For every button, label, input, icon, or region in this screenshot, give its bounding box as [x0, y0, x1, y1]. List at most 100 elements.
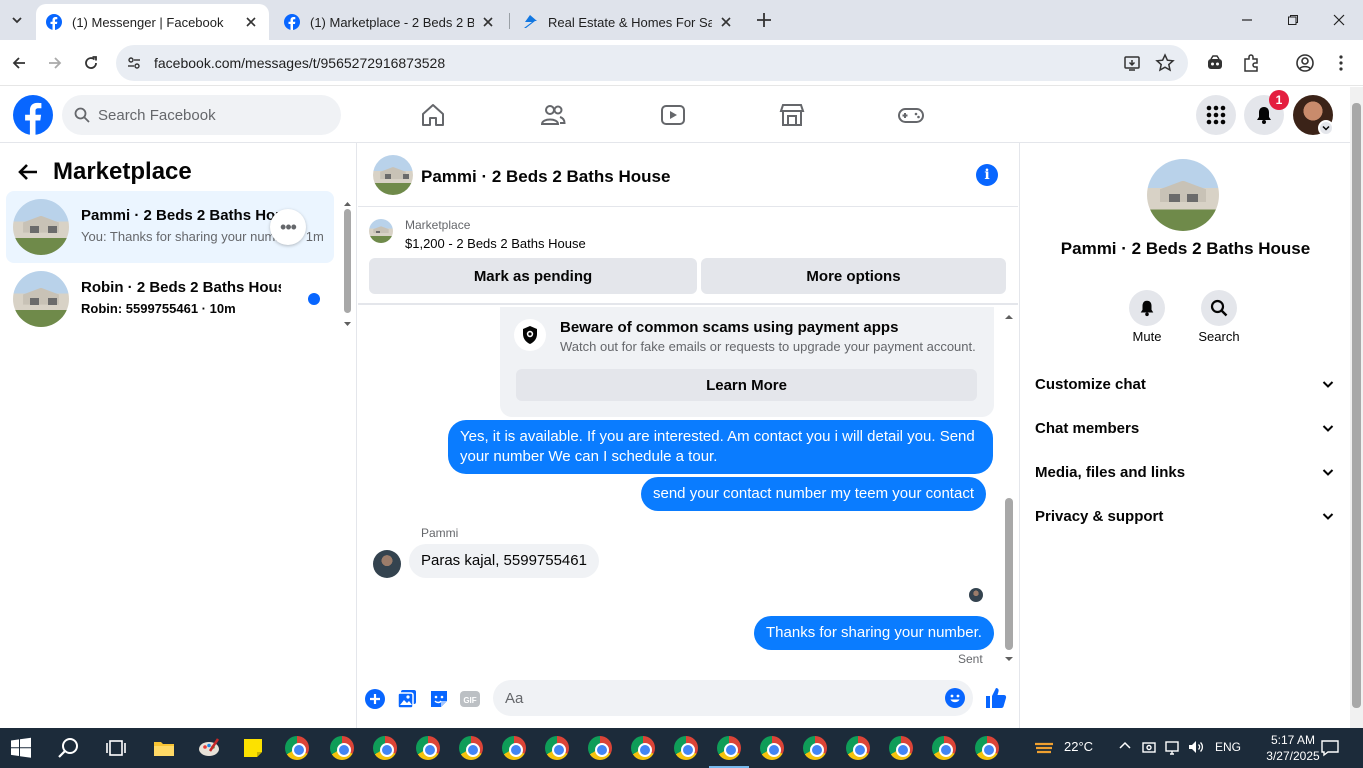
message-input[interactable]: Aa — [493, 680, 973, 716]
emoji-icon[interactable] — [945, 688, 965, 708]
chrome-icon[interactable] — [373, 736, 397, 760]
friends-icon[interactable] — [539, 101, 567, 129]
sender-avatar[interactable] — [373, 550, 401, 578]
scroll-up-icon[interactable] — [1003, 313, 1015, 321]
profile-icon[interactable] — [1295, 53, 1315, 73]
message-bubble-sent[interactable]: Thanks for sharing your number. — [754, 616, 994, 650]
network-icon[interactable] — [1164, 738, 1182, 756]
chrome-icon[interactable] — [760, 736, 784, 760]
more-options-icon[interactable]: ••• — [270, 209, 306, 245]
marketplace-icon[interactable] — [778, 101, 806, 129]
close-tab-icon[interactable] — [480, 14, 496, 30]
back-arrow-icon[interactable] — [16, 160, 40, 184]
more-options-button[interactable]: More options — [701, 258, 1006, 294]
chrome-icon[interactable] — [846, 736, 870, 760]
video-icon[interactable] — [659, 101, 687, 129]
scrollbar-thumb[interactable] — [1005, 498, 1013, 650]
section-customize-chat[interactable]: Customize chat — [1035, 372, 1335, 396]
chrome-icon[interactable] — [545, 736, 569, 760]
chrome-icon[interactable] — [502, 736, 526, 760]
conversation-item[interactable]: Pammi · 2 Beds 2 Baths House You: Thanks… — [6, 191, 334, 263]
scroll-down-icon[interactable] — [1003, 655, 1015, 663]
copilot-icon[interactable] — [1205, 53, 1225, 73]
facebook-logo-icon[interactable] — [13, 95, 53, 135]
scrollbar-thumb[interactable] — [1352, 103, 1361, 708]
gif-icon[interactable]: GIF — [459, 688, 481, 710]
notification-center-icon[interactable] — [1320, 738, 1340, 758]
browser-menu-icon[interactable] — [1331, 53, 1351, 73]
message-bubble-sent[interactable]: send your contact number my teem your co… — [641, 477, 986, 511]
language-indicator[interactable]: ENG — [1215, 740, 1241, 754]
add-plus-icon[interactable] — [364, 688, 386, 710]
back-arrow-icon[interactable] — [7, 51, 31, 75]
install-app-icon[interactable] — [1122, 53, 1142, 73]
chrome-icon[interactable] — [285, 736, 309, 760]
search-icon[interactable] — [1201, 290, 1237, 326]
bookmark-star-icon[interactable] — [1155, 53, 1175, 73]
minimize-icon[interactable] — [1224, 0, 1270, 40]
tab-search-dropdown-icon[interactable] — [6, 9, 28, 31]
tab-marketplace[interactable]: (1) Marketplace - 2 Beds 2 Baths — [274, 4, 506, 40]
mute-bell-icon[interactable] — [1129, 290, 1165, 326]
chrome-icon[interactable] — [459, 736, 483, 760]
new-tab-icon[interactable] — [754, 10, 774, 30]
listing-price-title[interactable]: $1,200 - 2 Beds 2 Baths House — [405, 236, 586, 251]
address-bar[interactable]: facebook.com/messages/t/9565272916873528 — [116, 45, 1188, 81]
photo-icon[interactable] — [396, 688, 418, 710]
listing-thumbnail[interactable] — [369, 219, 393, 243]
section-chat-members[interactable]: Chat members — [1035, 416, 1335, 440]
site-info-icon[interactable] — [124, 53, 144, 73]
sticker-icon[interactable] — [428, 688, 450, 710]
chrome-icon[interactable] — [674, 736, 698, 760]
scrollbar-thumb[interactable] — [344, 209, 351, 313]
scroll-down-icon[interactable] — [343, 320, 352, 328]
paint-app-icon[interactable] — [197, 736, 221, 760]
mark-as-pending-button[interactable]: Mark as pending — [369, 258, 697, 294]
scroll-up-icon[interactable] — [343, 200, 352, 208]
chrome-icon[interactable] — [932, 736, 956, 760]
conversation-item[interactable]: Robin · 2 Beds 2 Baths House Robin: 5599… — [6, 263, 334, 335]
extensions-icon[interactable] — [1241, 53, 1261, 73]
message-bubble-sent[interactable]: Yes, it is available. If you are interes… — [448, 420, 993, 474]
message-bubble-received[interactable]: Paras kajal, 5599755461 — [409, 544, 599, 578]
chrome-icon[interactable] — [631, 736, 655, 760]
chrome-icon[interactable] — [803, 736, 827, 760]
section-media-files-links[interactable]: Media, files and links — [1035, 460, 1335, 484]
listing-thumbnail[interactable] — [373, 155, 413, 195]
listing-photo[interactable] — [1147, 159, 1219, 231]
chrome-icon[interactable] — [416, 736, 440, 760]
chrome-icon[interactable] — [889, 736, 913, 760]
chevron-down-icon[interactable] — [1318, 120, 1334, 136]
facebook-search-input[interactable]: Search Facebook — [62, 95, 341, 135]
page-scrollbar[interactable] — [1350, 87, 1363, 728]
camera-icon[interactable] — [1141, 738, 1159, 756]
file-explorer-icon[interactable] — [152, 736, 176, 760]
sticky-notes-icon[interactable] — [241, 736, 265, 760]
chat-title[interactable]: Pammi · 2 Beds 2 Baths House — [421, 167, 670, 187]
menu-grid-icon[interactable] — [1196, 95, 1236, 135]
forward-arrow-icon[interactable] — [43, 51, 67, 75]
learn-more-button[interactable]: Learn More — [516, 369, 977, 401]
task-view-icon[interactable] — [104, 736, 128, 760]
weather-icon[interactable] — [1032, 736, 1056, 760]
chrome-icon[interactable] — [717, 736, 741, 760]
close-window-icon[interactable] — [1316, 0, 1362, 40]
thumbs-up-icon[interactable] — [984, 686, 1008, 710]
close-tab-icon[interactable] — [718, 14, 734, 30]
windows-start-icon[interactable] — [9, 736, 33, 760]
list-scrollbar[interactable] — [343, 195, 352, 330]
restore-icon[interactable] — [1270, 0, 1316, 40]
home-icon[interactable] — [419, 101, 447, 129]
search-icon[interactable] — [57, 736, 81, 760]
gaming-icon[interactable] — [897, 101, 925, 129]
chrome-icon[interactable] — [975, 736, 999, 760]
reload-icon[interactable] — [79, 51, 103, 75]
chrome-icon[interactable] — [588, 736, 612, 760]
weather-temperature[interactable]: 22°C — [1064, 739, 1093, 754]
section-privacy-support[interactable]: Privacy & support — [1035, 504, 1335, 528]
chat-scrollbar[interactable] — [1003, 308, 1015, 666]
info-icon[interactable]: i — [976, 164, 998, 186]
chevron-up-icon[interactable] — [1117, 738, 1133, 754]
chrome-icon[interactable] — [330, 736, 354, 760]
volume-icon[interactable] — [1187, 738, 1205, 756]
